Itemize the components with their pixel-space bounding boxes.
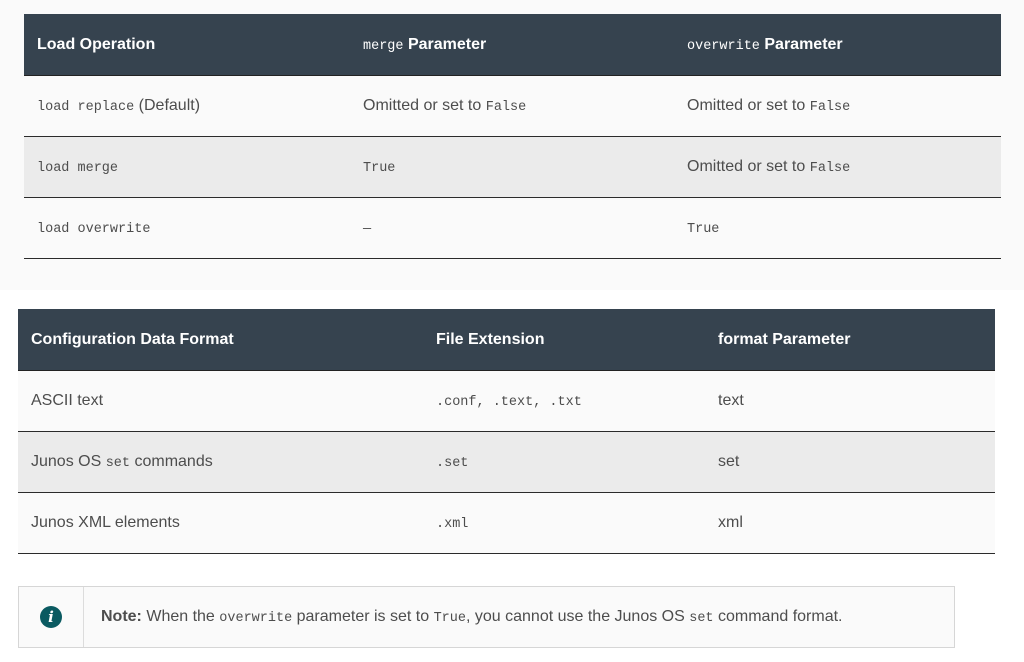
cell-format: ASCII text [18, 370, 423, 432]
table-row: Junos OS set commands .set set [18, 431, 995, 493]
cell-overwrite: True [674, 197, 1001, 259]
cell-merge: — [350, 197, 674, 259]
cell-param: set [705, 431, 995, 493]
table-row: load merge True Omitted or set to False [24, 136, 1001, 198]
note-text: Note: When the overwrite parameter is se… [101, 608, 843, 626]
table-row: Junos XML elements .xml xml [18, 492, 995, 554]
cell-param: text [705, 370, 995, 432]
table-row: load replace (Default) Omitted or set to… [24, 75, 1001, 137]
table-row: load overwrite — True [24, 197, 1001, 259]
table-header-row: Configuration Data Format File Extension… [18, 309, 995, 371]
load-operation-table: Load Operation merge Parameter overwrite… [24, 14, 1001, 259]
info-icon: i [40, 606, 62, 628]
cell-extension: .conf, .text, .txt [423, 370, 705, 432]
header-merge-parameter: merge Parameter [350, 14, 674, 76]
cell-operation: load merge [24, 136, 350, 198]
table-header-row: Load Operation merge Parameter overwrite… [24, 14, 1001, 76]
note-icon-container: i [19, 587, 84, 647]
cell-format: Junos OS set commands [18, 431, 423, 493]
header-overwrite-parameter: overwrite Parameter [674, 14, 1001, 76]
cell-format: Junos XML elements [18, 492, 423, 554]
table-row: ASCII text .conf, .text, .txt text [18, 370, 995, 432]
header-file-extension: File Extension [423, 309, 705, 371]
cell-extension: .xml [423, 492, 705, 554]
cell-overwrite: Omitted or set to False [674, 136, 1001, 198]
cell-operation: load replace (Default) [24, 75, 350, 137]
note-label: Note: [101, 608, 142, 625]
header-configuration-data-format: Configuration Data Format [18, 309, 423, 371]
cell-merge: True [350, 136, 674, 198]
cell-merge: Omitted or set to False [350, 75, 674, 137]
header-format-parameter: format Parameter [705, 309, 995, 371]
cell-extension: .set [423, 431, 705, 493]
header-load-operation: Load Operation [24, 14, 350, 76]
note-box: i Note: When the overwrite parameter is … [18, 586, 955, 648]
cell-param: xml [705, 492, 995, 554]
cell-operation: load overwrite [24, 197, 350, 259]
data-format-table: Configuration Data Format File Extension… [18, 309, 995, 554]
cell-overwrite: Omitted or set to False [674, 75, 1001, 137]
